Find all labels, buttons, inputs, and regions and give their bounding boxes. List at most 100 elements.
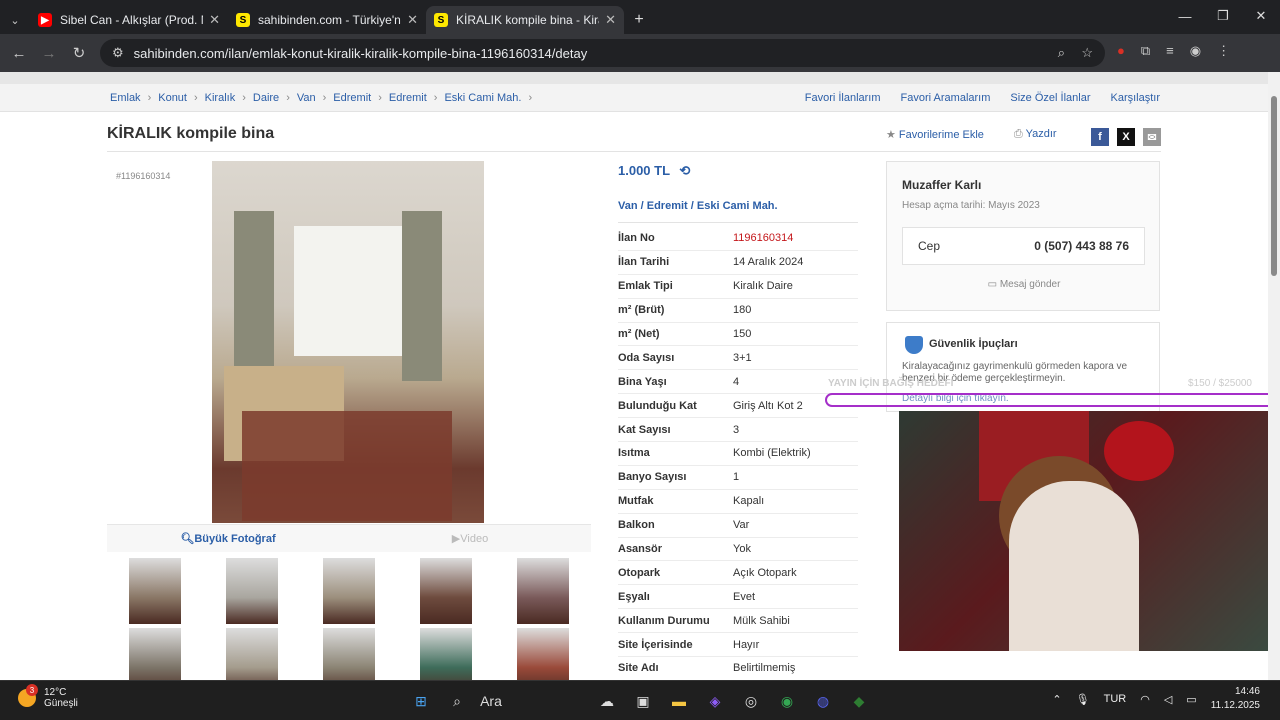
top-link[interactable]: Size Özel İlanlar — [1010, 92, 1090, 104]
search-icon: ⌕ — [453, 692, 461, 709]
volume-icon[interactable]: ◁ — [1164, 693, 1172, 706]
photo-thumbnail[interactable] — [204, 624, 301, 680]
x-twitter-icon[interactable]: X — [1117, 128, 1135, 146]
browser-tab[interactable]: S KİRALIK kompile bina - Kiralık D ✕ — [426, 6, 624, 34]
photo-thumbnail[interactable] — [107, 554, 204, 624]
breadcrumb-item[interactable]: Emlak — [110, 92, 141, 104]
header-strip — [0, 72, 1268, 84]
email-icon[interactable]: ✉ — [1143, 128, 1161, 146]
property-key: Site İçerisinde — [618, 638, 693, 651]
play-icon: ▶ — [451, 533, 461, 545]
widgets-icon[interactable]: ☁ — [594, 688, 620, 714]
close-tab-icon[interactable]: ✕ — [605, 12, 616, 28]
photo-tabs: 🔍︎ Büyük Fotoğraf ▶ Video — [107, 524, 591, 552]
breadcrumb-item[interactable]: Konut — [158, 92, 187, 104]
webcam-balloon — [1104, 421, 1174, 481]
weather-widget[interactable]: 3 12°C Güneşli — [18, 684, 78, 709]
address-bar[interactable]: ⚙ sahibinden.com/ilan/emlak-konut-kirali… — [100, 39, 1105, 67]
clock[interactable]: 14:46 11.12.2025 — [1211, 685, 1260, 713]
thumbnail-image — [129, 558, 182, 624]
breadcrumb-item[interactable]: Van — [297, 92, 316, 104]
file-explorer-icon[interactable]: ▬ — [666, 688, 692, 714]
photo-thumbnail[interactable] — [107, 624, 204, 680]
divider — [618, 222, 858, 223]
top-link[interactable]: Favori Aramalarım — [901, 92, 991, 104]
minimize-icon[interactable]: — — [1166, 0, 1204, 32]
url-text[interactable]: sahibinden.com/ilan/emlak-konut-kiralik-… — [134, 46, 588, 61]
forward-icon[interactable]: → — [34, 38, 64, 68]
top-link[interactable]: Karşılaştır — [1110, 92, 1160, 104]
photo-thumbnail[interactable] — [301, 554, 398, 624]
profile-avatar[interactable]: ◉ — [1190, 43, 1201, 59]
extensions-puzzle-icon[interactable]: ⧉ — [1141, 43, 1150, 59]
maximize-icon[interactable]: ❐ — [1204, 0, 1242, 32]
price-history-icon[interactable]: ⟲ — [679, 163, 690, 178]
top-link[interactable]: Favori İlanlarım — [805, 92, 881, 104]
zoom-icon[interactable]: ⌕ — [1058, 45, 1065, 61]
bookmark-star-icon[interactable]: ☆ — [1081, 45, 1093, 61]
property-key: Emlak Tipi — [618, 280, 673, 293]
add-favorite-link[interactable]: ★ Favorilerime Ekle — [886, 128, 984, 141]
property-value: 1196160314 — [733, 232, 794, 245]
location-links: Van / Edremit / Eski Cami Mah. — [618, 200, 778, 212]
property-row: Oda Sayısı 3+1 — [618, 346, 858, 371]
browser-tab[interactable]: Ssahibinden.com - Türkiye'nin O ✕ — [228, 6, 426, 34]
breadcrumb-item[interactable]: Eski Cami Mah. — [444, 92, 521, 104]
task-view-icon[interactable]: ▣ — [630, 688, 656, 714]
breadcrumb-item[interactable]: Daire — [253, 92, 279, 104]
start-icon[interactable]: ⊞ — [408, 688, 434, 714]
send-message-button[interactable]: ▭ Mesaj gönder — [887, 279, 1161, 290]
discord-icon[interactable]: ◍ — [810, 688, 836, 714]
location-city[interactable]: Van — [618, 200, 638, 212]
property-value: Giriş Altı Kot 2 — [733, 399, 803, 412]
page-scrollbar[interactable] — [1268, 72, 1280, 680]
photo-thumbnail[interactable] — [397, 624, 494, 680]
property-key: m² (Net) — [618, 328, 660, 340]
breadcrumb-item[interactable]: Edremit — [389, 92, 427, 104]
reload-icon[interactable]: ↻ — [64, 38, 94, 68]
close-window-icon[interactable]: ✕ — [1242, 0, 1280, 32]
breadcrumb-item[interactable]: Kiralık — [205, 92, 236, 104]
close-tab-icon[interactable]: ✕ — [407, 12, 418, 28]
browser-tab[interactable]: ▶ Sibel Can - Alkışlar (Prod. M ✕ — [30, 6, 228, 34]
print-link[interactable]: ⎙ Yazdır — [1014, 128, 1057, 141]
close-tab-icon[interactable]: ✕ — [209, 12, 220, 28]
seller-name[interactable]: Muzaffer Karlı — [902, 178, 981, 192]
wifi-icon[interactable]: ◠ — [1140, 693, 1150, 706]
video-tab[interactable]: ▶ Video — [349, 525, 591, 552]
photo-thumbnail[interactable] — [397, 554, 494, 624]
seller-joined-date: Hesap açma tarihi: Mayıs 2023 — [902, 200, 1040, 211]
app-green-icon[interactable]: ◆ — [846, 688, 872, 714]
back-icon[interactable]: ← — [4, 38, 34, 68]
big-photo-tab[interactable]: 🔍︎ Büyük Fotoğraf — [107, 525, 349, 552]
property-row: Otopark Açık Otopark — [618, 561, 858, 586]
extension-icon[interactable]: ● — [1117, 43, 1125, 59]
menu-icon[interactable]: ⋮ — [1217, 43, 1230, 59]
obs-icon[interactable]: ◎ — [738, 688, 764, 714]
taskbar-search[interactable]: ⌕ Ara — [444, 687, 584, 715]
photo-thumbnail[interactable] — [494, 554, 591, 624]
chrome-icon[interactable]: ◉ — [774, 688, 800, 714]
photo-thumbnail[interactable] — [301, 624, 398, 680]
photo-thumbnail[interactable] — [204, 554, 301, 624]
media-control-icon[interactable]: ≡ — [1166, 43, 1174, 59]
new-tab-button[interactable]: + — [624, 6, 654, 34]
phone-box: Cep 0 (507) 443 88 76 — [902, 227, 1145, 265]
chevron-up-icon[interactable]: ⌃ — [1052, 693, 1061, 706]
battery-icon[interactable]: ▭ — [1186, 693, 1196, 706]
language-indicator[interactable]: TUR — [1104, 693, 1127, 705]
location-district[interactable]: Edremit — [647, 200, 688, 212]
facebook-icon[interactable]: f — [1091, 128, 1109, 146]
site-info-icon[interactable]: ⚙ — [112, 45, 124, 61]
microphone-icon[interactable]: 🎙︎ — [1076, 693, 1090, 706]
app-icon[interactable]: ◈ — [702, 688, 728, 714]
location-neighborhood[interactable]: Eski Cami Mah. — [697, 200, 778, 212]
main-photo[interactable] — [212, 161, 484, 523]
property-table: İlan No 1196160314 İlan Tarihi 14 Aralık 20… — [618, 227, 858, 680]
printer-icon: ⎙ — [1013, 128, 1026, 140]
property-key: Otopark — [618, 566, 661, 579]
photo-thumbnail[interactable] — [494, 624, 591, 680]
scrollbar-thumb[interactable] — [1271, 96, 1277, 276]
tab-search-icon[interactable]: ⌄ — [0, 6, 30, 34]
breadcrumb-item[interactable]: Edremit — [333, 92, 371, 104]
